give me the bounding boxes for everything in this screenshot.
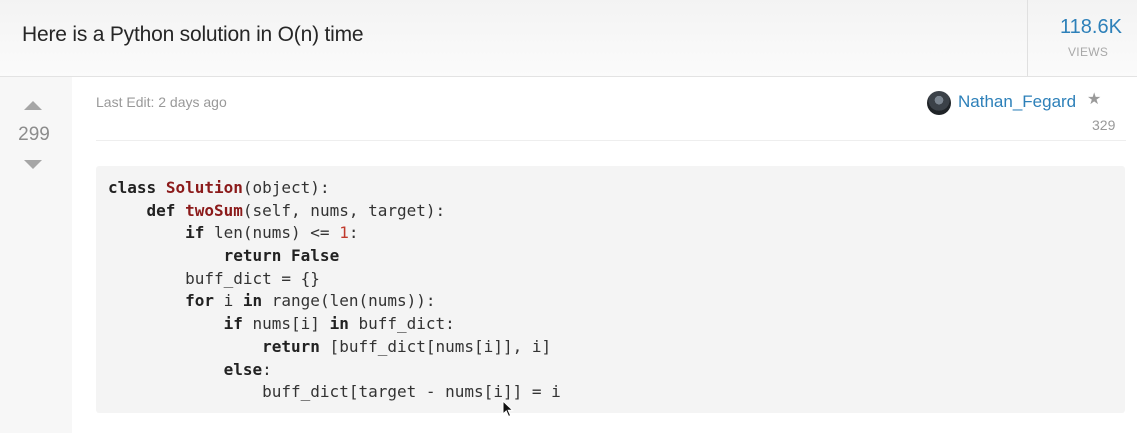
vote-count: 299: [18, 124, 50, 145]
code-token: nums[i]: [242, 314, 330, 334]
code-line: return False: [108, 245, 561, 268]
code-token: buff_dict:: [348, 314, 455, 334]
author-name-link[interactable]: Nathan_Fegard: [958, 92, 1076, 112]
upvote-arrow-icon[interactable]: [24, 101, 42, 110]
code-line: if nums[i] in buff_dict:: [108, 313, 561, 336]
code-token: return: [223, 246, 282, 266]
code-token: class: [108, 178, 157, 197]
views-box: 118.6K VIEWS: [1027, 0, 1137, 76]
mouse-cursor-icon: [502, 400, 514, 418]
code-token: twoSum: [185, 200, 243, 220]
code-token: :: [262, 359, 272, 379]
code-token: in: [329, 314, 349, 334]
code-token: return: [262, 336, 320, 356]
code-token: 1: [339, 223, 349, 243]
views-label: VIEWS: [1068, 45, 1109, 59]
vote-column: 299: [0, 77, 72, 433]
code-token: (self, nums, target):: [242, 200, 446, 220]
last-edit-timestamp: Last Edit: 2 days ago: [96, 94, 227, 110]
code-token: False: [291, 246, 340, 266]
code-token: :: [348, 223, 359, 243]
code-token: if: [223, 314, 243, 334]
code-token: [buff_dict[nums[i]], i]: [319, 336, 552, 356]
code-line: else:: [108, 359, 561, 382]
code-block: class Solution(object): def twoSum(self,…: [96, 166, 1125, 413]
post-header: Here is a Python solution in O(n) time 1…: [0, 0, 1137, 77]
code-text: class Solution(object): def twoSum(self,…: [108, 177, 561, 404]
code-token: i: [213, 291, 243, 311]
author-avatar[interactable]: [927, 91, 951, 115]
code-line: return [buff_dict[nums[i]], i]: [108, 336, 561, 359]
code-line: def twoSum(self, nums, target):: [108, 200, 561, 223]
code-token: if: [185, 223, 205, 243]
code-token: (object):: [242, 178, 330, 197]
code-token: in: [242, 291, 263, 311]
code-token: def: [146, 200, 176, 220]
views-count: 118.6K: [1060, 16, 1122, 38]
code-token: for: [185, 291, 214, 311]
star-icon: ★: [1087, 91, 1102, 108]
code-line: buff_dict = {}: [108, 268, 561, 291]
divider: [96, 140, 1126, 141]
code-line: buff_dict[target - nums[i]] = i: [108, 381, 561, 404]
code-token: buff_dict[target - nums[i]] = i: [108, 382, 561, 402]
downvote-arrow-icon[interactable]: [24, 160, 42, 169]
code-token: range(len(nums)):: [262, 291, 436, 311]
code-line: for i in range(len(nums)):: [108, 290, 561, 313]
code-token: else: [223, 359, 263, 379]
code-token: len(nums) <=: [204, 223, 340, 243]
code-line: class Solution(object):: [108, 177, 561, 200]
code-line: if len(nums) <= 1:: [108, 222, 561, 245]
author-reputation: 329: [1092, 117, 1116, 133]
code-token: Solution: [165, 178, 243, 197]
post-title: Here is a Python solution in O(n) time: [22, 23, 364, 46]
code-token: buff_dict = {}: [108, 268, 320, 288]
